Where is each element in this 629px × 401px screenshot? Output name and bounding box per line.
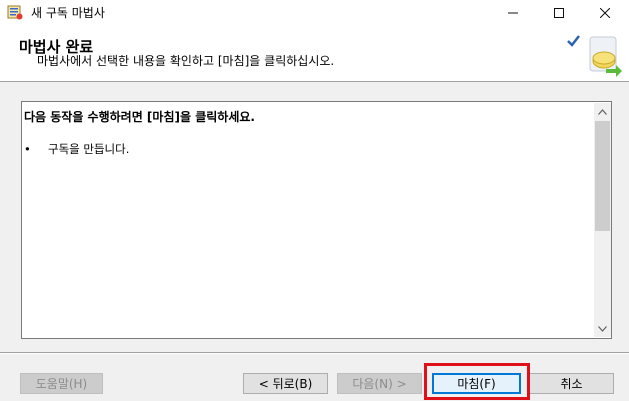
wizard-complete-icon xyxy=(567,35,622,77)
vertical-scrollbar[interactable] xyxy=(594,103,611,337)
close-button[interactable] xyxy=(582,0,628,25)
cancel-button[interactable]: 취소 xyxy=(529,373,614,394)
chevron-up-icon xyxy=(598,108,607,115)
window-title: 새 구독 마법사 xyxy=(31,6,105,20)
next-button[interactable]: 다음(N) > xyxy=(337,373,422,394)
button-bar-divider-highlight xyxy=(0,353,629,354)
scroll-down-button[interactable] xyxy=(594,320,611,337)
finish-highlight-frame xyxy=(424,363,530,400)
help-button[interactable]: 도움말(H) xyxy=(20,373,103,394)
wizard-header: 마법사 완료 마법사에서 선택한 내용을 확인하고 [마침]을 클릭하십시오. xyxy=(0,25,629,82)
close-icon xyxy=(600,7,610,18)
maximize-icon xyxy=(554,7,564,18)
maximize-button[interactable] xyxy=(536,0,582,25)
page-subtitle: 마법사에서 선택한 내용을 확인하고 [마침]을 클릭하십시오. xyxy=(37,54,335,68)
app-icon xyxy=(7,5,23,20)
summary-panel: 다음 동작을 수행하려면 [마침]을 클릭하세요. • 구독을 만듭니다. xyxy=(21,101,612,339)
minimize-button[interactable] xyxy=(490,0,536,25)
wizard-window: 새 구독 마법사 마법사 완료 마법사에서 선택한 내용을 확인하고 [마침]을… xyxy=(0,0,629,401)
scroll-thumb[interactable] xyxy=(595,121,610,231)
minimize-icon xyxy=(508,12,518,13)
summary-heading: 다음 동작을 수행하려면 [마침]을 클릭하세요. xyxy=(24,110,255,124)
scroll-up-button[interactable] xyxy=(594,103,611,120)
back-button[interactable]: < 뒤로(B) xyxy=(243,373,328,394)
summary-text-area: 다음 동작을 수행하려면 [마침]을 클릭하세요. • 구독을 만듭니다. xyxy=(24,103,594,337)
chevron-down-icon xyxy=(598,325,607,332)
bullet-icon: • xyxy=(24,142,31,156)
title-bar: 새 구독 마법사 xyxy=(0,0,629,25)
bullet-text: 구독을 만듭니다. xyxy=(48,142,130,156)
